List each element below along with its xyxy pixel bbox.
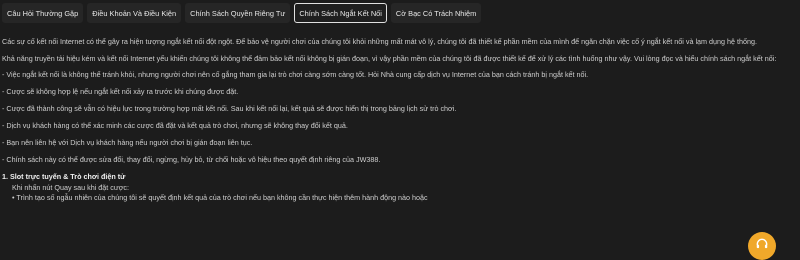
policy-content: Các sự cố kết nối Internet có thể gây ra… — [2, 37, 787, 204]
policy-tab-bar: Câu Hỏi Thường Gặp Điều Khoản Và Điều Ki… — [0, 0, 800, 26]
policy-bullet: - Dịch vụ khách hàng có thể xác minh các… — [2, 121, 348, 130]
policy-bullet: - Cược sẽ không hợp lệ nếu ngắt kết nối … — [2, 87, 239, 96]
tab-faq[interactable]: Câu Hỏi Thường Gặp — [2, 3, 84, 23]
tab-disconnection-policy[interactable]: Chính Sách Ngắt Kết Nối — [294, 3, 387, 23]
tab-privacy-policy[interactable]: Chính Sách Quyền Riêng Tư — [185, 3, 291, 23]
section-subline: Khi nhấn nút Quay sau khi đặt cược: — [12, 182, 130, 192]
policy-bullet: - Việc ngắt kết nối là không thể tránh k… — [2, 70, 589, 79]
policy-bullet: - Chính sách này có thể được sửa đổi, th… — [2, 155, 381, 164]
support-chat-button[interactable] — [748, 232, 776, 260]
policy-intro-paragraph: Khả năng truyền tải hiệu kém và kết nối … — [2, 53, 777, 63]
section-subbullet: • Trình tạo số ngẫu nhiên của chúng tôi … — [12, 193, 428, 202]
policy-bullet: - Bạn nên liên hệ với Dịch vụ khách hàng… — [2, 138, 253, 147]
tab-terms-and-conditions[interactable]: Điều Khoản Và Điều Kiện — [87, 3, 182, 23]
tab-responsible-gambling[interactable]: Cờ Bạc Có Trách Nhiệm — [390, 3, 482, 23]
policy-bullet: - Cược đã thành công sẽ vẫn có hiệu lực … — [2, 104, 457, 113]
section-heading: 1. Slot trực tuyến & Trò chơi điện tử — [2, 172, 126, 181]
intro-paragraph: Các sự cố kết nối Internet có thể gây ra… — [2, 37, 757, 46]
headset-icon — [755, 237, 769, 256]
